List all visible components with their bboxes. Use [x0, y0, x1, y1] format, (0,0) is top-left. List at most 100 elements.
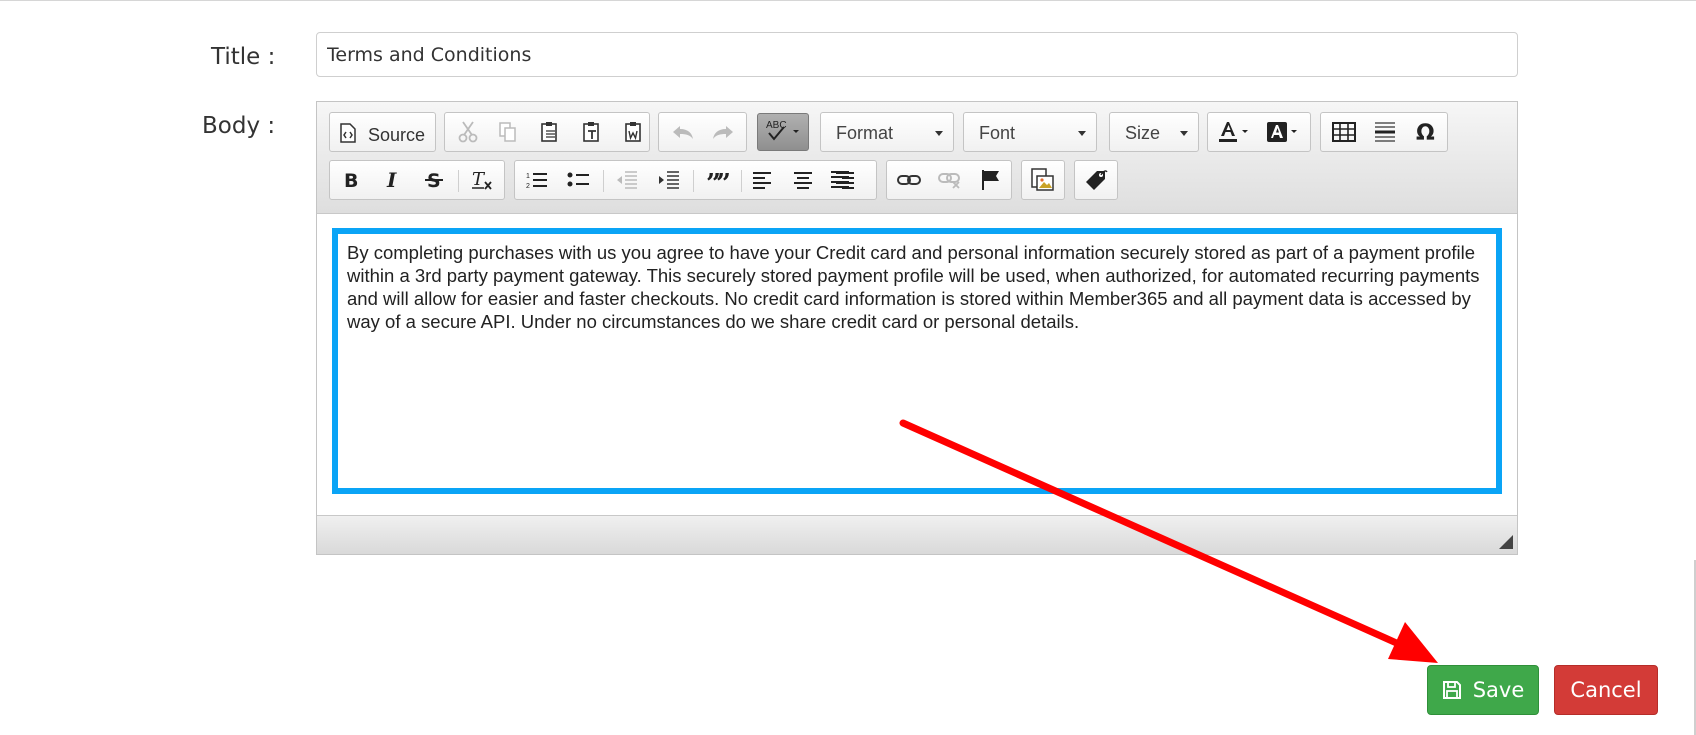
redo-icon [711, 124, 735, 140]
paste-text-button[interactable] [577, 116, 607, 148]
toolbar-group-paragraph: 12 ”” [514, 160, 877, 200]
unlink-button[interactable] [932, 164, 968, 196]
spellcheck-icon: ABC [764, 117, 802, 148]
svg-text:1: 1 [526, 173, 530, 180]
format-dropdown-label: Format [836, 123, 894, 143]
chevron-down-icon [1180, 131, 1188, 136]
increase-indent-button[interactable] [651, 164, 687, 196]
text-color-icon [1217, 120, 1253, 144]
justify-icon [829, 170, 851, 188]
bold-icon: B [341, 170, 361, 190]
cancel-button-label: Cancel [1570, 678, 1642, 702]
copy-button[interactable] [493, 116, 523, 148]
table-button[interactable] [1326, 116, 1362, 148]
align-center-icon [792, 171, 814, 189]
numbered-list-button[interactable]: 12 [519, 164, 555, 196]
svg-text:ABC: ABC [766, 120, 787, 131]
svg-text:Ω: Ω [1416, 121, 1435, 143]
toolbar-group-links [886, 160, 1012, 200]
bold-button[interactable]: B [333, 164, 369, 196]
resize-handle-icon[interactable] [1499, 535, 1513, 549]
toolbar-group-undo [658, 112, 747, 152]
paste-word-button[interactable] [619, 116, 649, 148]
spellcheck-button[interactable]: ABC [757, 113, 809, 151]
italic-icon: I [383, 170, 403, 190]
special-character-icon: Ω [1414, 121, 1438, 143]
paste-word-icon [624, 121, 644, 143]
svg-text:2: 2 [526, 183, 530, 190]
horizontal-line-icon [1373, 121, 1397, 143]
svg-text:B: B [344, 170, 358, 190]
toolbar-group-basicstyles: B I S T [329, 160, 505, 200]
format-dropdown[interactable]: Format [820, 112, 954, 152]
placeholder-icon [1084, 168, 1108, 192]
editor-status-bar [317, 515, 1517, 554]
rich-text-editor: Source ABC Format Font Size Ω B I S T 1 … [316, 101, 1518, 555]
font-dropdown-label: Font [979, 123, 1016, 143]
redo-button[interactable] [705, 116, 741, 148]
link-button[interactable] [891, 164, 927, 196]
background-color-button[interactable] [1262, 116, 1304, 148]
save-button[interactable]: Save [1427, 665, 1539, 715]
top-divider [0, 0, 1696, 1]
toolbar-group-clipboard [444, 112, 650, 152]
toolbar-separator [603, 170, 604, 192]
background-color-icon [1265, 120, 1301, 144]
title-input[interactable] [316, 32, 1518, 77]
size-dropdown[interactable]: Size [1109, 112, 1199, 152]
toolbar-separator [458, 170, 459, 192]
align-left-button[interactable] [747, 164, 777, 196]
special-character-button[interactable]: Ω [1408, 116, 1444, 148]
title-label: Title : [211, 44, 276, 70]
remove-format-icon: T [470, 169, 494, 191]
cut-button[interactable] [453, 116, 483, 148]
svg-text:”: ” [716, 170, 729, 190]
blockquote-icon: ”” [705, 170, 729, 190]
align-center-button[interactable] [788, 164, 818, 196]
paste-text-icon [582, 121, 602, 143]
strikethrough-button[interactable]: S [416, 164, 452, 196]
chevron-down-icon [935, 131, 943, 136]
font-dropdown[interactable]: Font [963, 112, 1097, 152]
undo-icon [671, 124, 695, 140]
numbered-list-icon: 12 [525, 170, 549, 190]
chevron-down-icon [1078, 131, 1086, 136]
bulleted-list-button[interactable] [561, 164, 597, 196]
undo-button[interactable] [665, 116, 701, 148]
text-color-button[interactable] [1214, 116, 1256, 148]
toolbar-separator [741, 170, 742, 192]
copy-icon [498, 121, 518, 143]
source-button[interactable]: Source [330, 116, 435, 148]
decrease-indent-icon [615, 170, 639, 190]
decrease-indent-button[interactable] [609, 164, 645, 196]
strikethrough-icon: S [424, 170, 444, 190]
editor-content-area[interactable]: By completing purchases with us you agre… [332, 228, 1502, 494]
source-label: Source [368, 125, 426, 145]
toolbar-group-image [1021, 160, 1065, 200]
justify-button[interactable] [825, 163, 855, 195]
table-icon [1332, 122, 1356, 142]
italic-button[interactable]: I [375, 164, 411, 196]
toolbar-group-colors [1207, 112, 1311, 152]
toolbar-group-document: Source [329, 112, 436, 152]
editor-toolbar: Source ABC Format Font Size Ω B I S T 1 … [317, 102, 1517, 214]
align-left-icon [751, 171, 773, 189]
blockquote-button[interactable]: ”” [699, 164, 735, 196]
cut-icon [458, 121, 478, 143]
svg-text:T: T [472, 169, 486, 190]
toolbar-group-placeholder [1074, 160, 1118, 200]
increase-indent-icon [657, 170, 681, 190]
cancel-button[interactable]: Cancel [1554, 665, 1658, 715]
paste-button[interactable] [535, 116, 565, 148]
save-button-label: Save [1472, 678, 1525, 702]
anchor-icon [980, 169, 1002, 191]
horizontal-line-button[interactable] [1367, 116, 1403, 148]
anchor-button[interactable] [973, 164, 1009, 196]
placeholder-button[interactable] [1078, 164, 1114, 196]
paste-icon [540, 121, 560, 143]
body-label: Body : [202, 113, 276, 139]
image-button[interactable] [1025, 164, 1061, 196]
toolbar-separator [693, 170, 694, 192]
remove-format-button[interactable]: T [464, 164, 500, 196]
toolbar-group-insert: Ω [1320, 112, 1448, 152]
